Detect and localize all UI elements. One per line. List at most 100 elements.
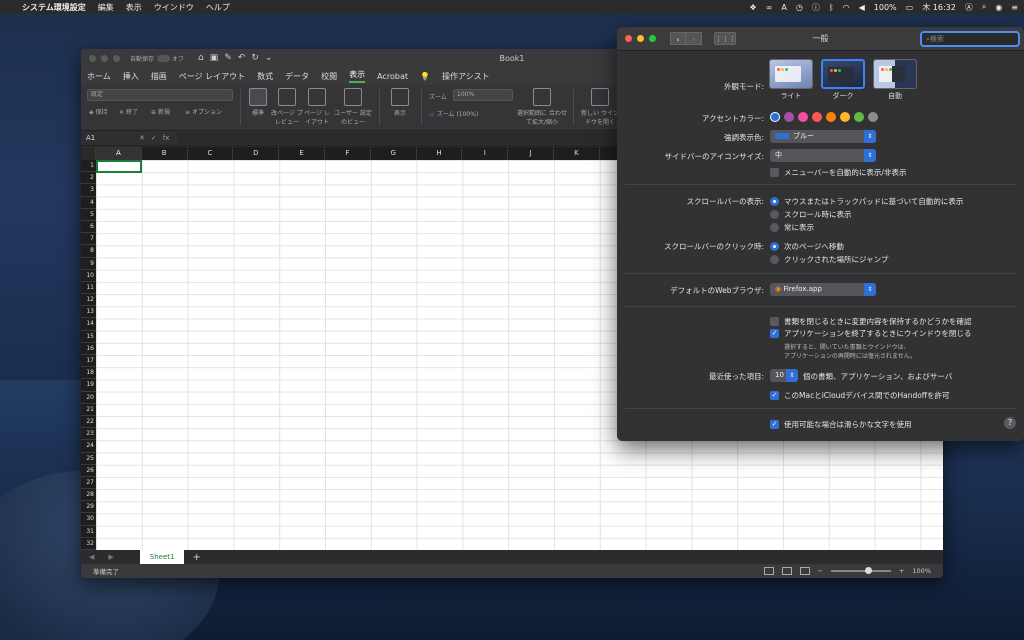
zoom-to-selection-button[interactable]: 選択範囲に 合わせて拡大/縮小 bbox=[517, 88, 567, 126]
page-break-status-button[interactable] bbox=[799, 567, 810, 575]
tell-me-box[interactable]: 操作アシスト bbox=[442, 71, 490, 82]
row-header[interactable]: 19 bbox=[81, 379, 96, 392]
menu-help[interactable]: ヘルプ bbox=[206, 2, 230, 13]
spotlight-icon[interactable]: ⌕ bbox=[982, 2, 986, 12]
row-header[interactable]: 7 bbox=[81, 233, 96, 246]
menubar-clock[interactable]: 木 16:32 bbox=[922, 2, 956, 13]
column-header[interactable]: F bbox=[325, 147, 371, 160]
volume-icon[interactable]: ◀ bbox=[859, 3, 865, 12]
add-sheet-button[interactable]: + bbox=[192, 552, 200, 563]
show-all-button[interactable]: ⋮⋮⋮ bbox=[714, 32, 736, 45]
insert-function-button[interactable]: fx bbox=[163, 134, 170, 142]
menu-window[interactable]: ウインドウ bbox=[154, 2, 194, 13]
options-button[interactable]: ≡ オプション bbox=[185, 107, 222, 116]
column-header[interactable]: A bbox=[96, 147, 142, 160]
row-header[interactable]: 8 bbox=[81, 245, 96, 258]
forward-button[interactable]: › bbox=[686, 32, 702, 45]
edit-icon[interactable]: ✎ bbox=[224, 53, 232, 63]
row-header[interactable]: 26 bbox=[81, 465, 96, 477]
row-header[interactable]: 10 bbox=[81, 270, 96, 282]
column-header[interactable]: K bbox=[554, 147, 600, 160]
row-header[interactable]: 13 bbox=[81, 306, 96, 319]
menu-app-name[interactable]: システム環境設定 bbox=[22, 2, 86, 13]
row-header[interactable]: 31 bbox=[81, 526, 96, 538]
row-header[interactable]: 24 bbox=[81, 440, 96, 453]
recent-items-popup[interactable]: 10 ⇕ bbox=[770, 369, 798, 382]
accent-color-swatch[interactable] bbox=[840, 112, 850, 122]
scrollbar-always-radio[interactable]: 常に表示 bbox=[770, 222, 814, 233]
row-header[interactable]: 2 bbox=[81, 172, 96, 185]
handoff-checkbox[interactable]: ✓ このMacとiCloudデバイス間でのHandoffを許可 bbox=[770, 390, 949, 401]
close-windows-checkbox[interactable]: ✓ アプリケーションを終了するときにウインドウを閉じる bbox=[770, 328, 971, 339]
scrollclick-jump-radio[interactable]: クリックされた場所にジャンプ bbox=[770, 254, 888, 265]
show-button[interactable]: 表示 bbox=[385, 88, 415, 117]
row-header[interactable]: 27 bbox=[81, 477, 96, 490]
zoom-in-button[interactable]: + bbox=[899, 567, 904, 575]
zoom-100-button[interactable]: ▭ ズーム (100%) bbox=[429, 109, 478, 118]
column-header[interactable]: I bbox=[462, 147, 509, 160]
column-header[interactable]: E bbox=[279, 147, 325, 160]
tab-insert[interactable]: 挿入 bbox=[123, 71, 139, 82]
zoom-out-button[interactable]: − bbox=[818, 567, 823, 575]
row-header[interactable]: 20 bbox=[81, 392, 96, 404]
sidebar-icon-popup[interactable]: 中 ⇕ bbox=[770, 149, 876, 162]
row-header[interactable]: 9 bbox=[81, 258, 96, 270]
row-header[interactable]: 1 bbox=[81, 160, 96, 173]
select-all-corner[interactable] bbox=[81, 147, 96, 160]
row-header[interactable]: 17 bbox=[81, 355, 96, 368]
scrollbar-auto-radio[interactable]: マウスまたはトラックパッドに基づいて自動的に表示 bbox=[770, 196, 963, 207]
close-button[interactable] bbox=[89, 54, 96, 62]
row-header[interactable]: 28 bbox=[81, 489, 96, 502]
enter-formula-icon[interactable]: ✓ bbox=[151, 134, 157, 142]
menu-edit[interactable]: 編集 bbox=[98, 2, 114, 13]
accent-color-swatch[interactable] bbox=[770, 112, 780, 122]
column-header[interactable]: C bbox=[188, 147, 234, 160]
zoom-button[interactable] bbox=[113, 54, 120, 62]
undo-icon[interactable]: ↶ bbox=[238, 53, 246, 63]
minimize-button[interactable] bbox=[637, 35, 644, 42]
save-icon[interactable]: ▣ bbox=[210, 53, 219, 63]
dropbox-icon[interactable]: ❖ bbox=[750, 3, 757, 12]
zoom-dropdown[interactable]: 100% bbox=[453, 89, 513, 101]
tell-me-icon[interactable]: 💡 bbox=[420, 72, 430, 81]
row-header[interactable]: 11 bbox=[81, 282, 96, 295]
highlight-popup[interactable]: ブルー ⇕ bbox=[770, 130, 876, 143]
tab-draw[interactable]: 描画 bbox=[151, 71, 167, 82]
close-button[interactable] bbox=[625, 35, 632, 42]
accent-color-swatch[interactable] bbox=[784, 112, 794, 122]
info-icon[interactable]: ⓘ bbox=[812, 2, 820, 13]
keep-button[interactable]: ◈ 保持 bbox=[89, 107, 108, 116]
zoom-slider-thumb[interactable] bbox=[864, 567, 872, 574]
row-header[interactable]: 23 bbox=[81, 428, 96, 441]
help-button[interactable]: ? bbox=[1004, 417, 1016, 429]
battery-icon[interactable]: ▭ bbox=[906, 3, 914, 12]
scrollbar-scrolling-radio[interactable]: スクロール時に表示 bbox=[770, 209, 852, 220]
appearance-light[interactable]: ライト bbox=[769, 59, 813, 101]
accent-color-swatch[interactable] bbox=[868, 112, 878, 122]
customize-icon[interactable]: ⌄ bbox=[265, 53, 273, 63]
row-header[interactable]: 14 bbox=[81, 318, 96, 331]
accent-color-swatch[interactable] bbox=[812, 112, 822, 122]
custom-views-button[interactable]: ユーザー 設定のビュー bbox=[333, 88, 373, 126]
row-header[interactable]: 15 bbox=[81, 331, 96, 343]
font-smoothing-checkbox[interactable]: ✓ 使用可能な場合は滑らかな文字を使用 bbox=[770, 419, 912, 430]
row-header[interactable]: 4 bbox=[81, 197, 96, 209]
row-header[interactable]: 21 bbox=[81, 404, 96, 416]
column-header[interactable]: G bbox=[371, 147, 417, 160]
column-header[interactable]: B bbox=[142, 147, 188, 160]
tab-review[interactable]: 校閲 bbox=[321, 71, 337, 82]
tab-page-layout[interactable]: ページ レイアウト bbox=[179, 71, 245, 82]
column-header[interactable]: J bbox=[508, 147, 554, 160]
column-header[interactable]: H bbox=[417, 147, 463, 160]
time-machine-icon[interactable]: ◷ bbox=[796, 3, 803, 12]
tab-view[interactable]: 表示 bbox=[349, 69, 366, 83]
normal-view-button[interactable]: 標準 bbox=[245, 88, 271, 117]
back-button[interactable]: ‹ bbox=[670, 32, 686, 45]
page-layout-button[interactable]: ページ レイアウト bbox=[303, 88, 331, 126]
new-button[interactable]: ⊕ 新規 bbox=[151, 107, 170, 116]
row-header[interactable]: 29 bbox=[81, 501, 96, 514]
name-box[interactable]: A1 bbox=[81, 134, 133, 142]
row-header[interactable]: 30 bbox=[81, 513, 96, 526]
scrollclick-next-page-radio[interactable]: 次のページへ移動 bbox=[770, 241, 844, 252]
row-header[interactable]: 22 bbox=[81, 416, 96, 429]
